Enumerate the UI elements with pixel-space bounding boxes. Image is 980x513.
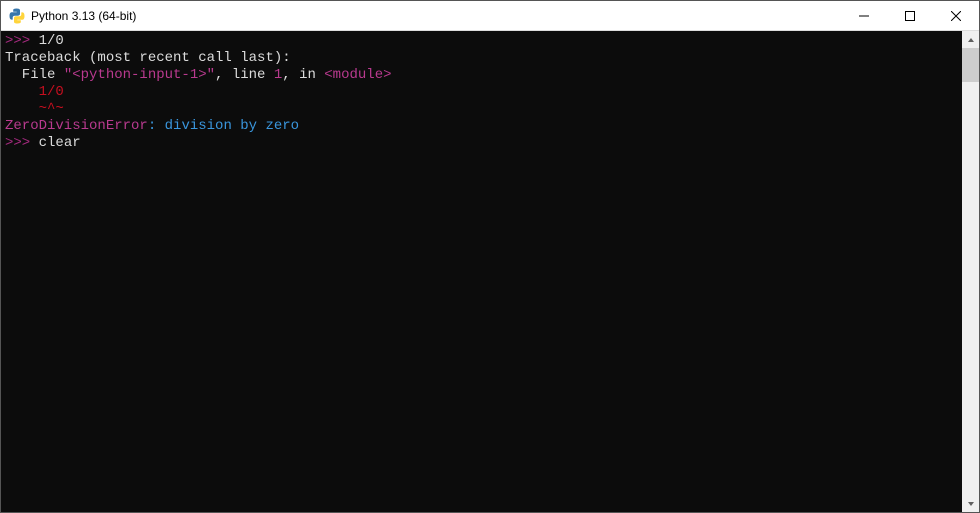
scroll-thumb[interactable] (962, 48, 979, 82)
minimize-button[interactable] (841, 1, 887, 31)
console-area: >>> 1/0Traceback (most recent call last)… (1, 31, 979, 512)
close-button[interactable] (933, 1, 979, 31)
repl-input-cmd: clear (30, 135, 80, 151)
titlebar[interactable]: Python 3.13 (64-bit) (1, 1, 979, 31)
traceback-line-label: , line (215, 67, 274, 83)
error-class: ZeroDivisionError (5, 118, 148, 134)
traceback-source: 1/0 (5, 84, 64, 100)
terminal-output[interactable]: >>> 1/0Traceback (most recent call last)… (1, 31, 962, 512)
traceback-in-label: , in (282, 67, 324, 83)
repl-prompt: >>> (5, 135, 30, 151)
error-message: division by zero (165, 118, 299, 134)
window-title: Python 3.13 (64-bit) (31, 9, 136, 23)
python-icon (9, 8, 25, 24)
traceback-caret: ~^~ (5, 101, 64, 117)
error-sep: : (148, 118, 165, 134)
text-cursor (81, 135, 89, 151)
traceback-lineno: 1 (274, 67, 282, 83)
repl-prompt: >>> (5, 33, 30, 49)
traceback-header: Traceback (most recent call last): (5, 50, 291, 66)
scroll-down-arrow-icon[interactable] (962, 495, 979, 512)
traceback-file-prefix: File (5, 67, 64, 83)
traceback-module: <module> (324, 67, 391, 83)
maximize-button[interactable] (887, 1, 933, 31)
repl-input-expr: 1/0 (30, 33, 64, 49)
vertical-scrollbar[interactable] (962, 31, 979, 512)
scroll-up-arrow-icon[interactable] (962, 31, 979, 48)
traceback-filename: "<python-input-1>" (64, 67, 215, 83)
